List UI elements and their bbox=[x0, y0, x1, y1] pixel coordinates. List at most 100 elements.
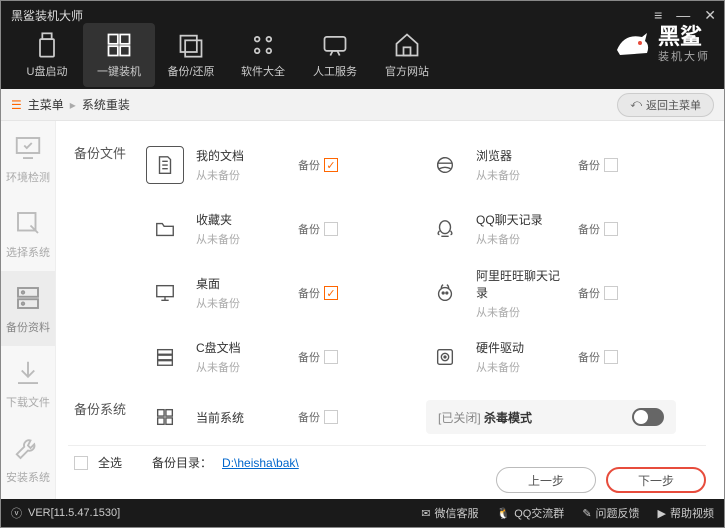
item-title: 硬件驱动 bbox=[476, 339, 566, 356]
server-icon bbox=[13, 283, 43, 313]
monitor-check-icon bbox=[13, 133, 43, 163]
antivirus-toggle[interactable] bbox=[632, 408, 664, 426]
nav-label: 备份/还原 bbox=[167, 63, 214, 79]
version-icon: ⓥ bbox=[11, 505, 22, 521]
return-button[interactable]: ⤺ 返回主菜单 bbox=[617, 93, 714, 117]
windows-icon bbox=[105, 31, 133, 59]
sb-label: 微信客服 bbox=[434, 505, 478, 521]
backup-checkbox-qq[interactable]: 备份 bbox=[578, 221, 618, 237]
feedback-icon: ✎ bbox=[582, 507, 591, 520]
item-title: C盘文档 bbox=[196, 339, 286, 356]
windows-grid-icon bbox=[146, 398, 184, 436]
version-text: VER[11.5.47.1530] bbox=[28, 507, 120, 519]
backup-text: 备份 bbox=[298, 221, 320, 237]
sidebar-item-select[interactable]: 选择系统 bbox=[1, 196, 55, 271]
sb-label: QQ交流群 bbox=[514, 505, 564, 521]
item-sub: 从未备份 bbox=[476, 304, 566, 320]
sb-label: 问题反馈 bbox=[596, 505, 640, 521]
breadcrumb-root[interactable]: 主菜单 bbox=[28, 96, 64, 113]
hdd-icon bbox=[426, 338, 464, 376]
breadcrumb-current: 系统重装 bbox=[82, 96, 130, 113]
minimize-icon[interactable]: — bbox=[676, 7, 690, 24]
backup-checkbox-browser[interactable]: 备份 bbox=[578, 157, 618, 173]
cursor-icon bbox=[13, 208, 43, 238]
item-title: QQ聊天记录 bbox=[476, 211, 566, 228]
backup-text: 备份 bbox=[578, 285, 600, 301]
browser-icon bbox=[426, 146, 464, 184]
sidebar-item-env[interactable]: 环境检测 bbox=[1, 121, 55, 196]
return-icon: ⤺ bbox=[630, 98, 642, 111]
item-title: 收藏夹 bbox=[196, 211, 286, 228]
logo: 黑鲨装机大师 bbox=[612, 25, 710, 65]
nav-software[interactable]: 软件大全 bbox=[227, 23, 299, 87]
nav-usb[interactable]: U盘启动 bbox=[11, 23, 83, 87]
sidebar-item-download[interactable]: 下载文件 bbox=[1, 346, 55, 421]
qq-group[interactable]: 🐧 QQ交流群 bbox=[496, 505, 564, 521]
item-sub: 从未备份 bbox=[476, 359, 566, 375]
prev-button[interactable]: 上一步 bbox=[496, 467, 596, 493]
wrench-icon bbox=[13, 433, 43, 463]
nav-label: 人工服务 bbox=[313, 63, 357, 79]
section-files: 备份文件 bbox=[74, 143, 126, 162]
sidebar-label: 选择系统 bbox=[6, 244, 50, 260]
item-sub: 从未备份 bbox=[196, 167, 286, 183]
wechat-support[interactable]: ✉微信客服 bbox=[421, 505, 478, 521]
item-title: 当前系统 bbox=[196, 409, 286, 426]
backup-checkbox-cdrive[interactable]: 备份 bbox=[298, 349, 338, 365]
nav-label: 一键装机 bbox=[97, 63, 141, 79]
backup-checkbox-os[interactable]: 备份 bbox=[298, 409, 338, 425]
logo-sub: 装机大师 bbox=[658, 48, 710, 64]
nav-website[interactable]: 官方网站 bbox=[371, 23, 443, 87]
section-system: 备份系统 bbox=[74, 399, 126, 418]
antivirus-toggle-row: [已关闭] 杀毒模式 bbox=[426, 400, 676, 434]
apps-icon bbox=[249, 31, 277, 59]
help-video[interactable]: ▶帮助视频 bbox=[658, 505, 714, 521]
select-all-checkbox[interactable] bbox=[74, 456, 88, 470]
folder-icon bbox=[146, 210, 184, 248]
next-button[interactable]: 下一步 bbox=[606, 467, 706, 493]
list-icon: ☰ bbox=[11, 98, 22, 112]
return-label: 返回主菜单 bbox=[646, 97, 701, 113]
backup-text: 备份 bbox=[298, 349, 320, 365]
document-icon bbox=[146, 146, 184, 184]
dir-label: 备份目录： bbox=[152, 454, 212, 471]
drive-icon bbox=[146, 338, 184, 376]
item-sub: 从未备份 bbox=[476, 231, 566, 247]
chat-icon bbox=[321, 31, 349, 59]
shark-icon bbox=[612, 25, 652, 65]
backup-dir-link[interactable]: D:\heisha\bak\ bbox=[222, 456, 299, 470]
backup-text: 备份 bbox=[578, 157, 600, 173]
item-title: 浏览器 bbox=[476, 147, 566, 164]
kill-label: 杀毒模式 bbox=[484, 411, 532, 425]
feedback[interactable]: ✎ 问题反馈 bbox=[582, 505, 639, 521]
sidebar-item-backup[interactable]: 备份资料 bbox=[1, 271, 55, 346]
close-icon[interactable]: ✕ bbox=[704, 7, 716, 24]
backup-checkbox-hw[interactable]: 备份 bbox=[578, 349, 618, 365]
menu-icon[interactable]: ≡ bbox=[654, 7, 662, 24]
sidebar-label: 环境检测 bbox=[6, 169, 50, 185]
sidebar-item-install[interactable]: 安装系统 bbox=[1, 421, 55, 496]
backup-text: 备份 bbox=[298, 409, 320, 425]
home-icon bbox=[393, 31, 421, 59]
qq-small-icon: 🐧 bbox=[496, 507, 510, 520]
item-sub: 从未备份 bbox=[196, 231, 286, 247]
backup-text: 备份 bbox=[298, 285, 320, 301]
qq-icon bbox=[426, 210, 464, 248]
backup-checkbox-desktop[interactable]: 备份 bbox=[298, 285, 338, 301]
backup-checkbox-fav[interactable]: 备份 bbox=[298, 221, 338, 237]
backup-text: 备份 bbox=[578, 349, 600, 365]
backup-checkbox-docs[interactable]: 备份 bbox=[298, 157, 338, 173]
chevron-right-icon: ▸ bbox=[70, 98, 76, 112]
kill-prefix: [已关闭] bbox=[438, 411, 481, 425]
item-sub: 从未备份 bbox=[476, 167, 566, 183]
app-title: 黑鲨装机大师 bbox=[11, 7, 83, 24]
backup-checkbox-aliww[interactable]: 备份 bbox=[578, 285, 618, 301]
nav-install[interactable]: 一键装机 bbox=[83, 23, 155, 87]
nav-service[interactable]: 人工服务 bbox=[299, 23, 371, 87]
sb-label: 帮助视频 bbox=[670, 505, 714, 521]
sidebar-label: 备份资料 bbox=[6, 319, 50, 335]
item-title: 我的文档 bbox=[196, 147, 286, 164]
nav-label: 官方网站 bbox=[385, 63, 429, 79]
desktop-icon bbox=[146, 274, 184, 312]
nav-backup[interactable]: 备份/还原 bbox=[155, 23, 227, 87]
